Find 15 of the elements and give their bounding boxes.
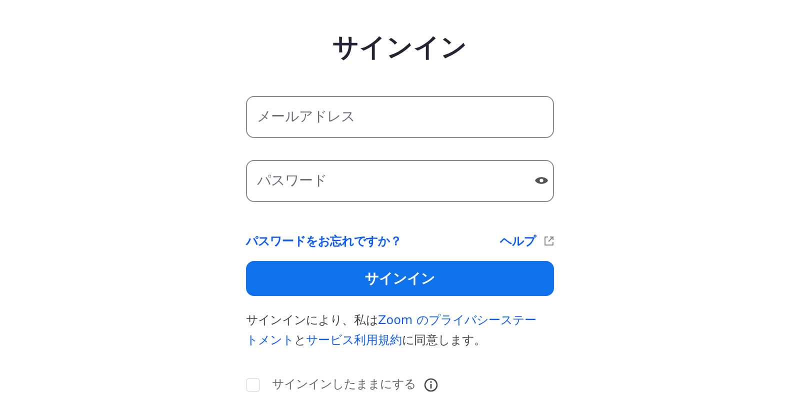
policy-link[interactable]: トメント <box>246 333 294 347</box>
policy-link[interactable]: Zoom のプライバシーステー <box>378 313 536 327</box>
consent-text: サインインにより、私はZoom のプライバシーステー トメント と サービス利用規約に同意します。 <box>246 312 538 349</box>
sign-in-button[interactable]: サインイン <box>246 261 554 296</box>
page-title: サインイン <box>332 32 468 65</box>
password-field[interactable]: パスワード <box>246 160 554 202</box>
stay-signed-in-label: サインインしたままにする <box>272 376 416 393</box>
stay-signed-in-checkbox[interactable] <box>246 378 260 392</box>
forgot-password-link[interactable]: パスワードをお忘れですか？ <box>246 232 402 250</box>
email-field[interactable]: メールアドレス <box>246 96 554 138</box>
external-link-icon <box>544 236 554 246</box>
help-link[interactable]: ヘルプ <box>500 232 536 250</box>
policy-link[interactable]: サービス利用規約 <box>306 333 402 347</box>
eye-icon[interactable] <box>535 176 548 185</box>
info-icon[interactable] <box>424 378 438 392</box>
